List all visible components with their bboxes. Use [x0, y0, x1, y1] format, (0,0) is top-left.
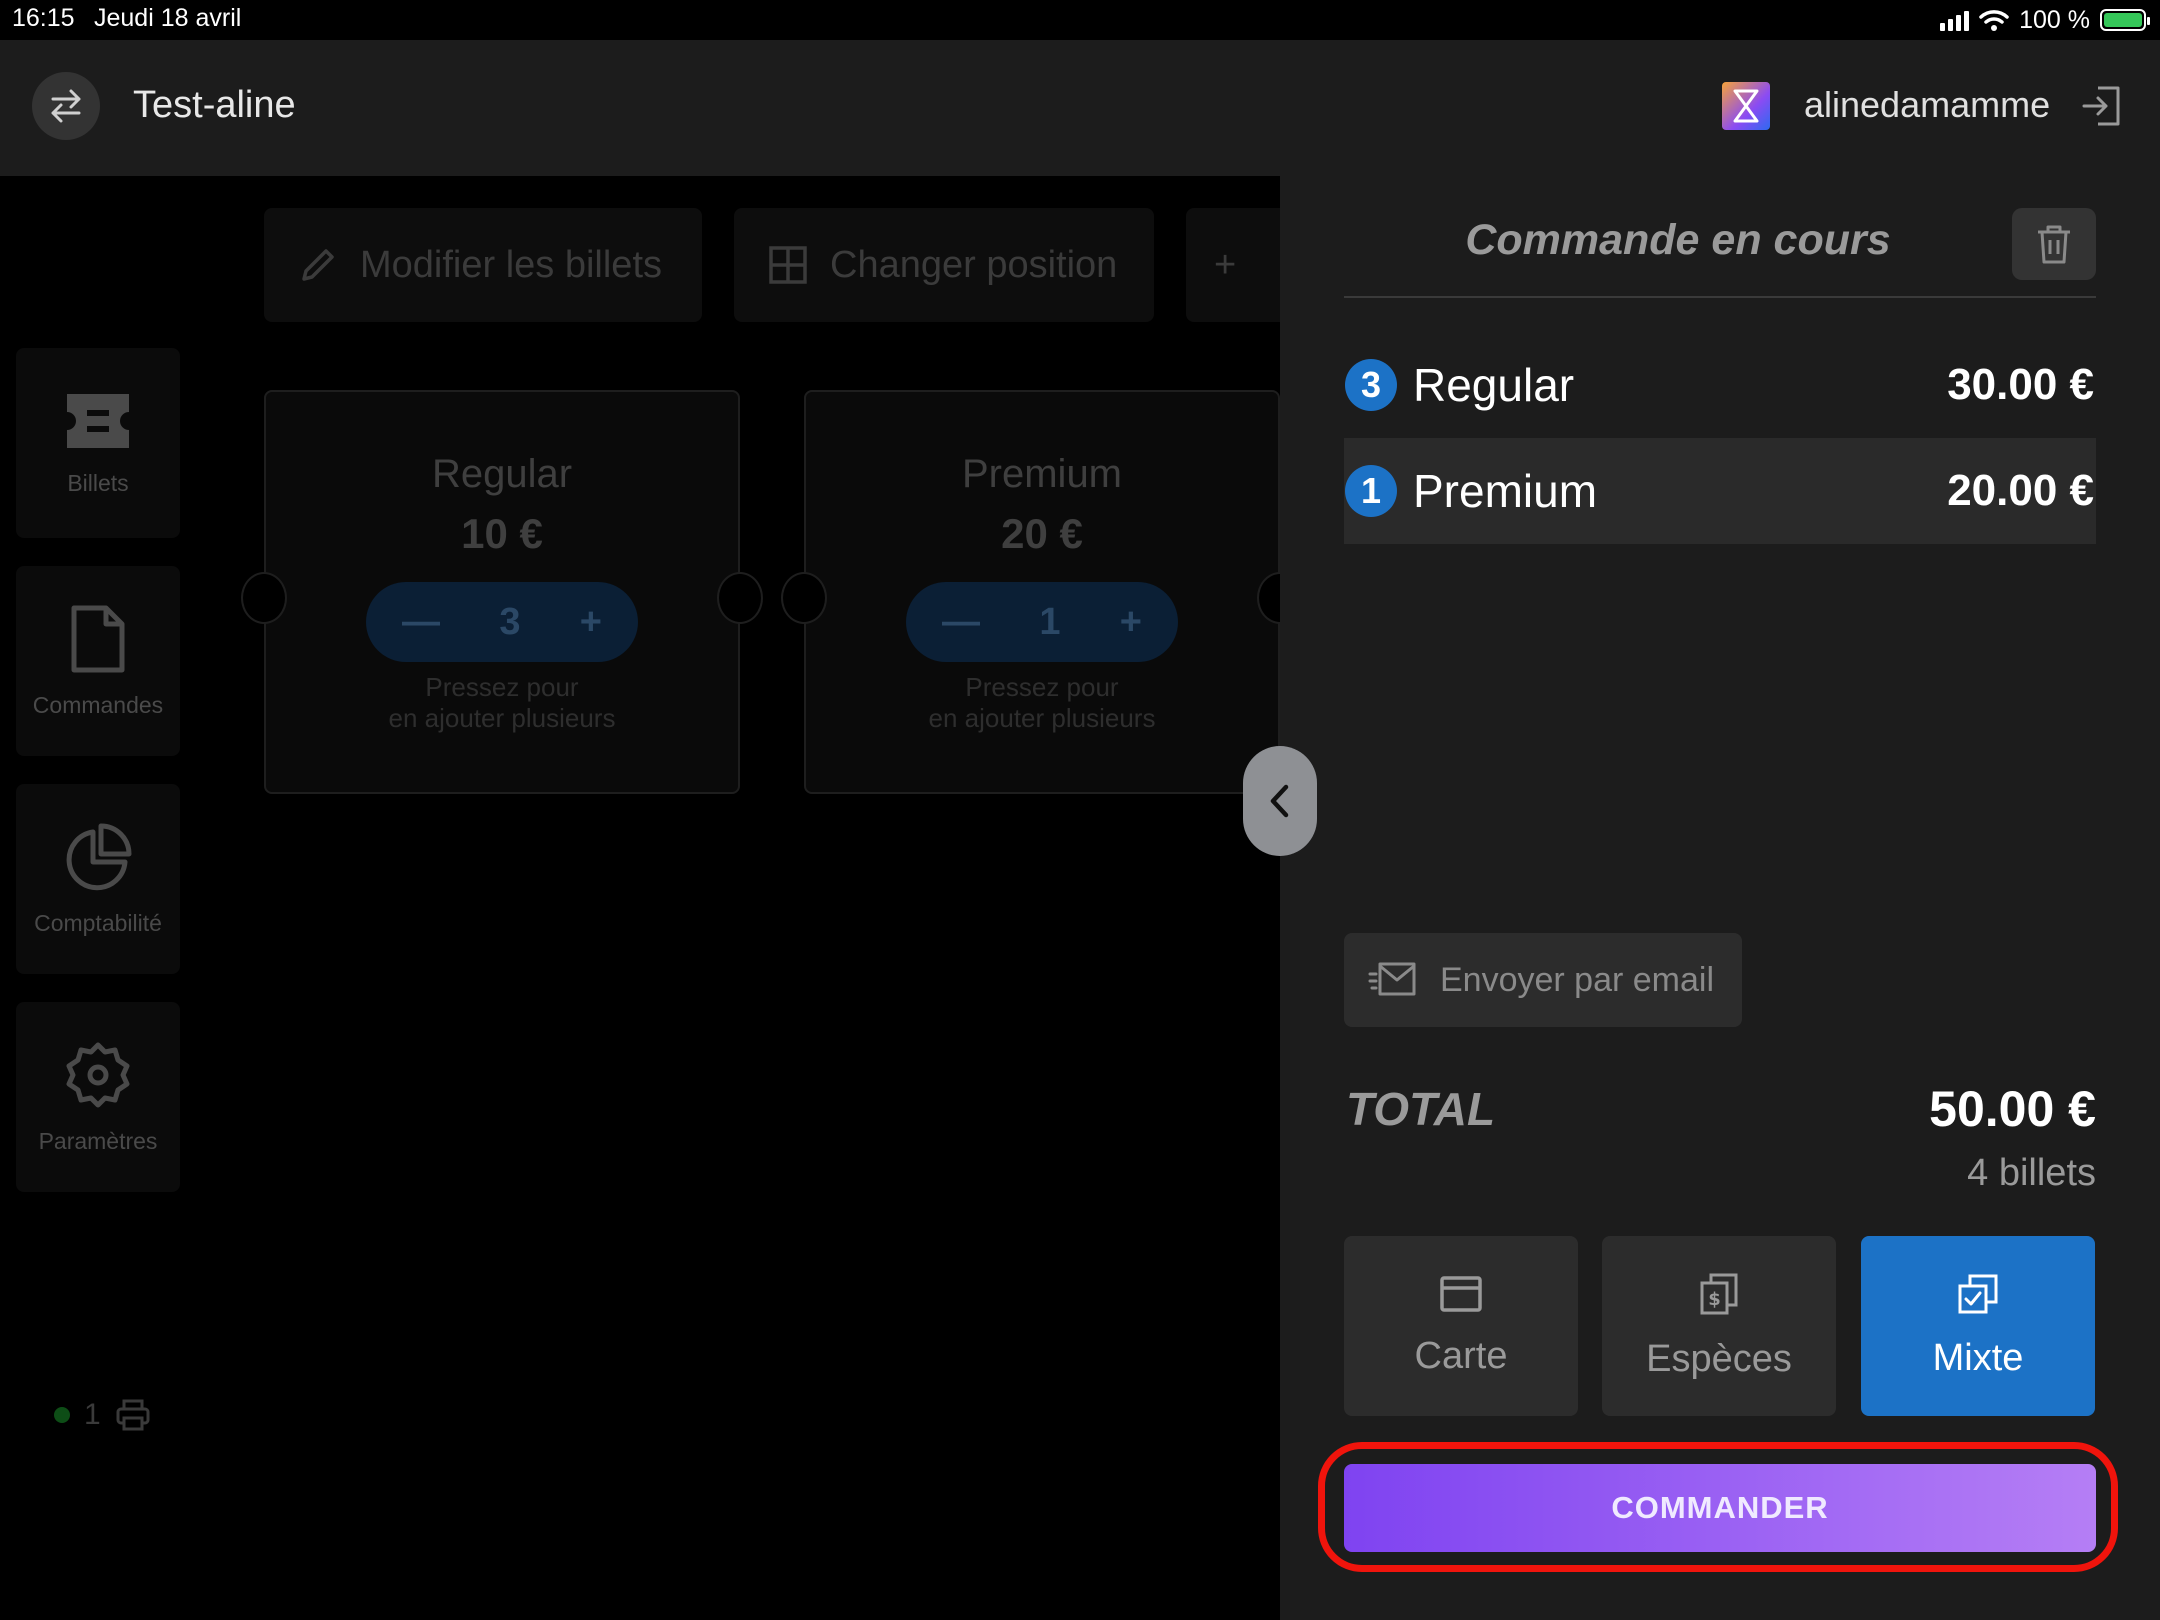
quantity-badge: 3 [1345, 359, 1397, 411]
ticket-selection-area: Billets Commandes Comptabilité Paramètre… [0, 176, 1303, 1620]
increment-button[interactable]: + [580, 601, 602, 644]
pay-card-label: Carte [1414, 1334, 1508, 1377]
status-time: 16:15 [12, 4, 75, 32]
send-email-label: Envoyer par email [1440, 960, 1715, 999]
ticket-name: Premium [961, 452, 1123, 496]
item-name: Regular [1413, 359, 1575, 411]
printer-icon [116, 1399, 150, 1431]
quantity-value: 3 [499, 600, 521, 643]
edit-tickets-button[interactable]: Modifier les billets [264, 208, 702, 322]
item-name: Premium [1413, 465, 1598, 517]
collapse-panel-button[interactable] [1243, 746, 1317, 856]
nav-label: Comptabilité [34, 909, 162, 936]
ticket-icon [67, 393, 129, 448]
ticket-card-regular[interactable]: Regular 10 € — 3 + Pressez pour en ajout… [241, 390, 763, 794]
ticket-name: Regular [431, 452, 573, 496]
mixed-payment-icon [1958, 1274, 1998, 1313]
card-icon [1440, 1275, 1482, 1312]
ticket-price: 20 € [1001, 510, 1083, 557]
pay-card-button[interactable]: Carte [1344, 1236, 1578, 1416]
title-divider [1344, 296, 2096, 298]
plus-icon: + [1214, 243, 1237, 286]
ticket-card-premium[interactable]: Premium 20 € — 1 + Pressez pour en ajout… [781, 390, 1303, 794]
quantity-stepper: — 3 + [366, 582, 638, 662]
add-ticket-button[interactable]: + [1186, 208, 1280, 322]
decrement-button[interactable]: — [942, 601, 980, 644]
printer-status: 1 [54, 1398, 151, 1432]
nav-label: Commandes [32, 691, 164, 718]
wifi-icon [1979, 10, 2009, 31]
swap-arrows-icon [51, 89, 81, 123]
battery-icon [2100, 9, 2150, 31]
item-price: 30.00 € [1947, 360, 2094, 409]
total-label: TOTAL [1346, 1083, 1496, 1135]
total-value: 50.00 € [1929, 1081, 2096, 1137]
decrement-button[interactable]: — [402, 601, 440, 644]
nav-item-billets[interactable]: Billets [16, 348, 180, 538]
document-icon [71, 605, 125, 672]
svg-text:$: $ [1708, 1289, 1721, 1310]
status-date: Jeudi 18 avril [94, 4, 242, 32]
nav-label: Billets [67, 469, 129, 496]
quantity-value: 1 [1039, 600, 1061, 643]
signal-icon [1940, 9, 1970, 31]
pay-mixed-label: Mixte [1932, 1336, 2024, 1379]
pay-cash-label: Espèces [1646, 1337, 1792, 1380]
ticket-count: 4 billets [1967, 1152, 2096, 1194]
submit-order-button[interactable]: COMMANDER [1344, 1464, 2096, 1552]
brand-logo-icon [1722, 82, 1770, 130]
ticket-hint: Pressez pour en ajouter plusieurs [928, 672, 1156, 733]
event-title: Test-aline [133, 84, 296, 126]
change-position-label: Changer position [830, 243, 1118, 286]
send-email-button[interactable]: Envoyer par email [1344, 933, 1742, 1027]
chevron-left-icon [1270, 784, 1289, 818]
nav-item-commandes[interactable]: Commandes [16, 566, 180, 756]
quantity-stepper: — 1 + [906, 582, 1178, 662]
battery-percent: 100 % [2019, 5, 2090, 34]
pencil-icon [302, 249, 334, 281]
app-header: Test-aline alinedamamme [0, 40, 2160, 176]
logout-icon[interactable] [2080, 84, 2124, 128]
send-mail-icon [1368, 962, 1416, 996]
pay-mixed-button[interactable]: Mixte [1861, 1236, 2095, 1416]
nav-label: Paramètres [38, 1127, 158, 1154]
order-line-premium[interactable]: 1 Premium 20.00 € [1344, 438, 2096, 544]
status-bar: 16:15 Jeudi 18 avril 100 % [0, 0, 2160, 40]
trash-icon [2038, 225, 2070, 264]
pay-cash-button[interactable]: $ Espèces [1602, 1236, 1836, 1416]
username: alinedamamme [1804, 84, 2051, 125]
ticket-hint: Pressez pour en ajouter plusieurs [388, 672, 616, 733]
status-indicators: 100 % [1940, 4, 2150, 36]
order-title: Commande en cours [1465, 216, 1891, 264]
grid-icon [769, 246, 807, 284]
item-price: 20.00 € [1947, 466, 2094, 515]
order-line-regular[interactable]: 3 Regular 30.00 € [1344, 332, 2096, 438]
ticket-price: 10 € [461, 510, 543, 557]
order-panel: Commande en cours 3 Regular 30.00 € 1 Pr… [1280, 176, 2160, 1620]
nav-item-comptabilite[interactable]: Comptabilité [16, 784, 180, 974]
increment-button[interactable]: + [1120, 601, 1142, 644]
clear-order-button[interactable] [2012, 208, 2096, 280]
edit-tickets-label: Modifier les billets [360, 243, 662, 286]
nav-item-parametres[interactable]: Paramètres [16, 1002, 180, 1192]
pie-chart-icon [66, 823, 132, 890]
change-position-button[interactable]: Changer position [734, 208, 1154, 322]
connection-dot [54, 1407, 70, 1423]
switch-event-button[interactable] [32, 72, 100, 140]
printer-count: 1 [84, 1398, 101, 1431]
gear-icon [66, 1042, 130, 1107]
cash-icon: $ [1700, 1273, 1738, 1314]
quantity-badge: 1 [1345, 465, 1397, 517]
